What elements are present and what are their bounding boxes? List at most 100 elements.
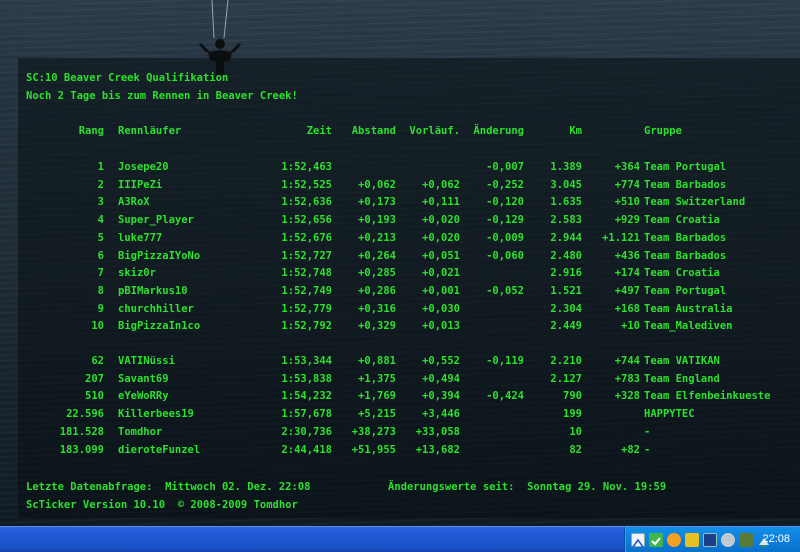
taskbar: 22:08 — [0, 526, 800, 552]
cell-name: eYeWoRRy — [118, 390, 169, 403]
cell-rang: 9 — [97, 302, 104, 315]
ticker-subtitle: Noch 2 Tage bis zum Rennen in Beaver Cre… — [26, 90, 298, 102]
cell-name: Savant69 — [118, 372, 169, 385]
cell-km: 2.944 — [550, 231, 582, 244]
cell-gruppe: Team England — [644, 372, 720, 385]
cell-name: Josepe20 — [118, 161, 169, 173]
cell-rang: 3 — [97, 196, 104, 209]
cell-name: Tomdhor — [118, 425, 163, 438]
speaker-icon[interactable] — [721, 533, 735, 547]
monitor-icon[interactable] — [703, 533, 717, 547]
cell-km-diff: +82 — [621, 443, 640, 456]
cell-km: 1.635 — [550, 196, 582, 209]
cell-zeit: 2:44,418 — [281, 443, 332, 456]
cell-rang: 1 — [97, 161, 104, 173]
cell-km-diff: +774 — [614, 178, 640, 191]
network-icon[interactable] — [631, 533, 645, 548]
col-aenderung: Änderung — [473, 125, 524, 137]
cell-aenderung: -0,119 — [486, 355, 524, 367]
cell-km-diff: +174 — [614, 267, 640, 280]
cell-km: 2.583 — [550, 214, 582, 227]
cell-gruppe: - — [644, 425, 651, 438]
cell-zeit: 1:57,678 — [281, 408, 332, 421]
sc-ticker-overlay: SC:10 Beaver Creek Qualifikation Noch 2 … — [18, 58, 800, 518]
cell-zeit: 1:52,656 — [281, 214, 332, 227]
cell-rang: 6 — [97, 249, 104, 262]
cell-name: BigPizzaIn1co — [118, 320, 201, 333]
cell-vorlauf: +3,446 — [422, 408, 460, 421]
ticker-title: SC:10 Beaver Creek Qualifikation — [26, 72, 229, 84]
cell-name: VATINüssi — [118, 355, 175, 367]
cell-zeit: 2:30,736 — [281, 425, 332, 438]
cell-abstand: +38,273 — [351, 425, 396, 438]
col-abstand: Abstand — [351, 125, 396, 137]
cell-abstand: +0,329 — [358, 320, 396, 333]
cell-rang: 22.596 — [66, 408, 104, 421]
cell-name: Super_Player — [118, 214, 194, 227]
cell-abstand: +0,316 — [358, 302, 396, 315]
col-zeit: Zeit — [306, 125, 332, 137]
cell-vorlauf: +0,020 — [422, 214, 460, 227]
cell-gruppe: HAPPYTEC — [644, 408, 695, 421]
cell-km: 3.045 — [550, 178, 582, 191]
cell-zeit: 1:54,232 — [281, 390, 332, 403]
antivirus-icon[interactable] — [685, 533, 699, 547]
cell-zeit: 1:52,749 — [281, 284, 332, 297]
security-shield-icon[interactable] — [649, 533, 663, 547]
cell-km: 1.521 — [550, 284, 582, 297]
cell-abstand: +0,286 — [358, 284, 396, 297]
cell-zeit: 1:52,779 — [281, 302, 332, 315]
cell-rang: 7 — [97, 267, 104, 280]
taskbar-clock[interactable]: 22:08 — [762, 533, 790, 545]
cell-vorlauf: +0,111 — [422, 196, 460, 209]
cell-gruppe: Team Barbados — [644, 231, 727, 244]
cell-vorlauf: +0,001 — [422, 284, 460, 297]
cell-name: churchhiller — [118, 302, 194, 315]
cell-zeit: 1:52,748 — [281, 267, 332, 280]
update-icon[interactable] — [667, 533, 681, 547]
cell-gruppe: Team Portugal — [644, 161, 727, 173]
cell-name: luke777 — [118, 231, 163, 244]
cell-vorlauf: +0,021 — [422, 267, 460, 280]
cell-aenderung: -0,129 — [486, 214, 524, 227]
cell-abstand: +0,264 — [358, 249, 396, 262]
cell-zeit: 1:52,463 — [281, 161, 332, 173]
cell-abstand: +1,769 — [358, 390, 396, 403]
cell-aenderung: -0,424 — [486, 390, 524, 403]
cell-km: 790 — [563, 390, 582, 403]
col-gruppe: Gruppe — [644, 125, 682, 137]
cell-km: 1.389 — [550, 161, 582, 173]
cell-km: 2.916 — [550, 267, 582, 280]
cell-aenderung: -0,252 — [486, 178, 524, 191]
cell-name: BigPizzaIYoNo — [118, 249, 201, 262]
col-name: Rennläufer — [118, 125, 182, 137]
cell-km-diff: +328 — [614, 390, 640, 403]
cell-vorlauf: +0,494 — [422, 372, 460, 385]
cell-gruppe: Team Australia — [644, 302, 733, 315]
col-vorlauf: Vorläuf. — [409, 125, 460, 137]
cell-gruppe: - — [644, 443, 651, 456]
cell-vorlauf: +0,030 — [422, 302, 460, 315]
cell-vorlauf: +0,020 — [422, 231, 460, 244]
app-tray-icon[interactable] — [739, 533, 753, 547]
cell-gruppe: Team Switzerland — [644, 196, 746, 209]
version-line: ScTicker Version 10.10 © 2008-2009 Tomdh… — [26, 499, 298, 511]
cell-rang: 2 — [97, 178, 104, 191]
cell-km-diff: +1.121 — [602, 231, 640, 244]
cell-gruppe: Team_Malediven — [644, 320, 733, 333]
cell-rang: 207 — [85, 372, 104, 385]
cell-name: A3RoX — [118, 196, 150, 209]
cell-rang: 183.099 — [59, 443, 104, 456]
cell-vorlauf: +0,013 — [422, 320, 460, 333]
cell-name: dieroteFunzel — [118, 443, 201, 456]
cell-km-diff: +783 — [614, 372, 640, 385]
cell-km: 199 — [563, 408, 582, 421]
cell-gruppe: Team Barbados — [644, 249, 727, 262]
cell-zeit: 1:52,792 — [281, 320, 332, 333]
cell-rang: 4 — [97, 214, 104, 227]
cell-abstand: +0,881 — [358, 355, 396, 367]
cell-km: 82 — [569, 443, 582, 456]
cell-km-diff: +168 — [614, 302, 640, 315]
cell-rang: 8 — [97, 284, 104, 297]
cell-km: 2.449 — [550, 320, 582, 333]
